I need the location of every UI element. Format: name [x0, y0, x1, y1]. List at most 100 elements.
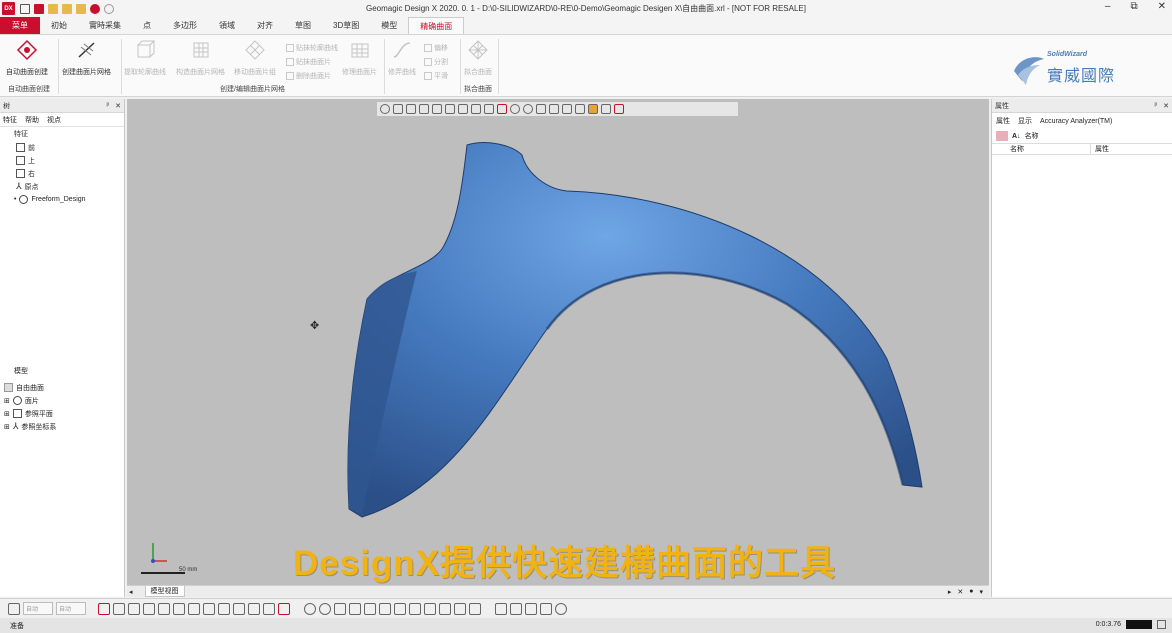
save-icon[interactable] — [76, 3, 86, 14]
tab-initial[interactable]: 初始 — [40, 17, 78, 34]
restore-button[interactable]: ⧉ — [1130, 1, 1137, 12]
render-color-icon[interactable] — [424, 602, 436, 615]
expand-icon[interactable]: ⊞ — [4, 397, 10, 405]
render-transparent-icon[interactable] — [364, 602, 376, 615]
render-points-icon[interactable] — [379, 602, 391, 615]
close-panel-icon[interactable]: ✕ — [115, 102, 121, 110]
tree-item-top-plane[interactable]: 上 — [16, 154, 124, 167]
dot-icon[interactable]: ● — [969, 588, 973, 596]
tab-polygon[interactable]: 多边形 — [162, 17, 208, 34]
dash-visibility-icon[interactable] — [278, 602, 290, 615]
split-button[interactable]: 分割 — [424, 57, 448, 67]
tab-region[interactable]: 領域 — [208, 17, 246, 34]
view-front-icon[interactable] — [419, 104, 429, 114]
repair-patch-button[interactable]: 修理曲面片 — [342, 39, 377, 77]
more-options-icon[interactable] — [555, 602, 567, 615]
tree-item-freeform-surface[interactable]: 自由曲面 — [4, 381, 56, 394]
selection-mode-dropdown[interactable]: 自动 — [56, 602, 86, 615]
pull-curve-button[interactable]: 修弄曲线 — [388, 39, 416, 77]
smooth-button[interactable]: 平滑 — [424, 71, 448, 81]
rect-select-icon[interactable] — [497, 104, 507, 114]
tree-item-origin[interactable]: ⅄ 原点 — [16, 180, 124, 193]
tab-realtime-capture[interactable]: 實時采集 — [78, 17, 132, 34]
render-curvature-icon[interactable] — [454, 602, 466, 615]
extract-contour-button[interactable]: 提取轮廓曲线 — [124, 39, 166, 77]
import-icon[interactable] — [34, 3, 44, 14]
open-folder-icon[interactable] — [48, 3, 58, 14]
surface-visibility-icon[interactable] — [188, 602, 200, 615]
render-texture-icon[interactable] — [394, 602, 406, 615]
dimension-visibility-icon[interactable] — [218, 602, 230, 615]
tab-sketch[interactable]: 草图 — [284, 17, 322, 34]
ref-visibility-icon[interactable] — [203, 602, 215, 615]
view-menu-icon[interactable]: ▾ — [979, 588, 983, 596]
pin-icon[interactable]: ᵖ — [106, 102, 109, 110]
selection-filter-dropdown[interactable]: 自动 — [23, 602, 53, 615]
tab-3d-sketch[interactable]: 3D草图 — [322, 17, 370, 34]
feature-visibility-icon[interactable] — [263, 602, 275, 615]
line-select-icon[interactable] — [484, 104, 494, 114]
tab-help[interactable]: 帮助 — [25, 115, 39, 125]
menu-home-button[interactable]: 菜单 — [0, 17, 40, 34]
measure-visibility-icon[interactable] — [233, 602, 245, 615]
tab-align[interactable]: 对齐 — [246, 17, 284, 34]
app-logo-icon[interactable]: DX — [2, 2, 15, 15]
auto-surface-button[interactable]: 自动曲面创建 — [6, 39, 48, 77]
alpha-sort-icon[interactable]: A↓ — [1012, 133, 1021, 140]
brush-select-icon[interactable] — [549, 104, 559, 114]
render-normals-icon[interactable] — [409, 602, 421, 615]
visibility-icon[interactable] — [614, 104, 624, 114]
polygon-select-icon[interactable] — [523, 104, 533, 114]
tab-accuracy-analyzer[interactable]: Accuracy Analyzer(TM) — [1040, 118, 1112, 125]
tab-model-view[interactable]: 模型视图 — [144, 586, 185, 597]
tab-viewpoint[interactable]: 视点 — [47, 115, 61, 125]
pin-icon[interactable]: ᵖ — [1154, 102, 1157, 110]
tab-model[interactable]: 模型 — [370, 17, 408, 34]
close-panel-icon[interactable]: ✕ — [1163, 102, 1169, 110]
tree-item-mesh[interactable]: ⊞ 面片 — [4, 394, 56, 407]
filter-select-icon[interactable] — [588, 104, 598, 114]
stamp-icon[interactable] — [540, 602, 552, 615]
tree-item-ref-planes[interactable]: ⊞ 参照平面 — [4, 407, 56, 420]
paint-select-icon[interactable] — [562, 104, 572, 114]
section-icon[interactable] — [495, 602, 507, 615]
create-patch-grid-button[interactable]: 创建曲面片网格 — [62, 39, 111, 77]
patch-grid-button[interactable]: 构造曲面片网格 — [176, 39, 225, 77]
render-shaded-icon[interactable] — [304, 602, 316, 615]
view-mode-icon[interactable] — [380, 104, 390, 114]
minimize-button[interactable]: – — [1105, 1, 1111, 12]
open-recent-icon[interactable] — [62, 3, 72, 14]
view-split-icon[interactable] — [458, 104, 468, 114]
clip-icon[interactable] — [510, 602, 522, 615]
render-wire-icon[interactable] — [319, 602, 331, 615]
view-home-icon[interactable] — [471, 104, 481, 114]
render-edges-icon[interactable] — [349, 602, 361, 615]
render-deviation-icon[interactable] — [439, 602, 451, 615]
scroll-right-icon[interactable]: ▸ — [948, 588, 952, 596]
scan-visibility-icon[interactable] — [248, 602, 260, 615]
paste-patch-button[interactable]: 贴抹曲面片 — [286, 57, 331, 67]
tab-exact-surface[interactable]: 精确曲面 — [408, 17, 465, 34]
tree-item-freeform-design[interactable]: • Freeform_Design — [14, 193, 124, 206]
delete-patch-button[interactable]: 删除曲面片 — [286, 71, 331, 81]
move-patch-group-button[interactable]: 移动曲面片组 — [234, 39, 276, 77]
view-cube-icon[interactable] — [393, 104, 403, 114]
lasso-select-icon[interactable] — [536, 104, 546, 114]
render-flat-icon[interactable] — [334, 602, 346, 615]
offset-button[interactable]: 偏移 — [424, 43, 448, 53]
tree-item-front-plane[interactable]: 前 — [16, 141, 124, 154]
3d-viewport[interactable]: ✥ 50 mm DesignX提供快速建構曲面的工具 — [127, 99, 989, 585]
render-mesh-icon[interactable] — [469, 602, 481, 615]
mesh-visibility-icon[interactable] — [98, 602, 110, 615]
undo-icon[interactable] — [90, 3, 100, 14]
tree-item-right-plane[interactable]: 右 — [16, 167, 124, 180]
tab-display[interactable]: 显示 — [1018, 116, 1032, 126]
tab-features[interactable]: 特征 — [3, 115, 17, 125]
fit-surface-button[interactable]: 拟合曲面 — [464, 39, 492, 77]
select-mode-icon[interactable] — [8, 602, 20, 615]
snap-icon[interactable] — [601, 104, 611, 114]
light-icon[interactable] — [525, 602, 537, 615]
paste-contour-button[interactable]: 贴抹轮廓曲线 — [286, 43, 338, 53]
category-sort-icon[interactable] — [996, 131, 1008, 141]
close-button[interactable]: ✕ — [1158, 1, 1166, 12]
